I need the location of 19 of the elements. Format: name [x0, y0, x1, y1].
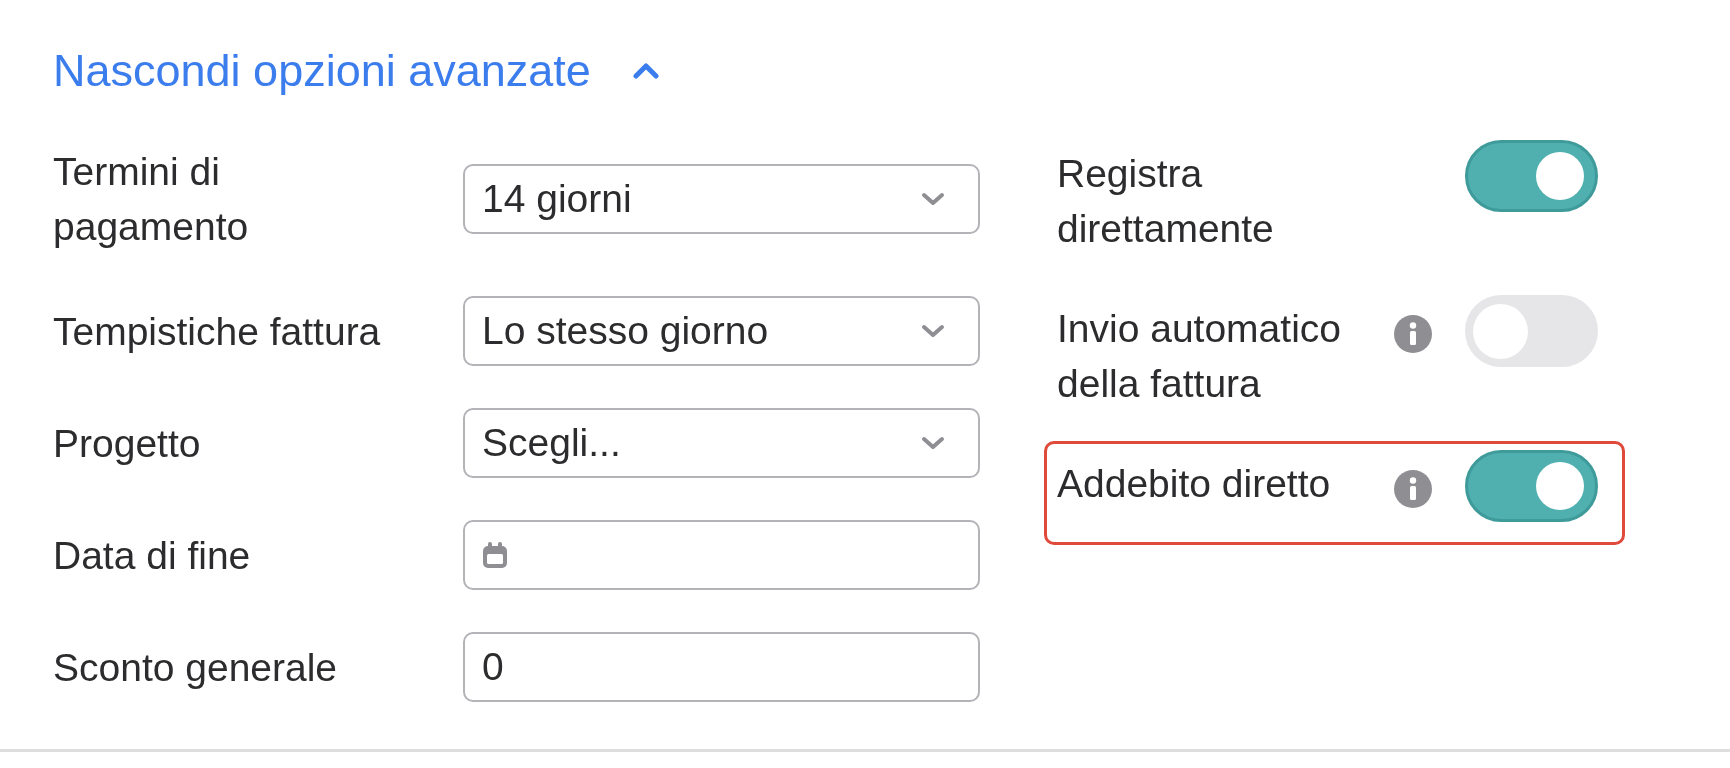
chevron-down-icon	[921, 192, 945, 206]
chevron-down-icon	[921, 436, 945, 450]
chevron-up-icon	[632, 63, 659, 79]
field-label: Termini di pagamento	[53, 149, 250, 250]
date-field[interactable]	[463, 520, 980, 590]
advanced-options-link[interactable]: Nascondi opzioni avanzate	[53, 44, 659, 98]
option-label: Addebito diretto	[1057, 461, 1332, 507]
field-label: Progetto	[53, 420, 202, 467]
option-label: Invio automatico della fattura	[1057, 306, 1342, 407]
field-label: Sconto generale	[53, 644, 339, 691]
chevron-down-icon	[921, 324, 945, 338]
input-field[interactable]: 0	[463, 632, 980, 702]
dropdown-select[interactable]: 14 giorni	[463, 164, 980, 234]
field-label: Tempistiche fattura	[53, 308, 382, 355]
option-label: Registra direttamente	[1057, 151, 1275, 252]
dropdown-select[interactable]: Lo stesso giorno	[463, 296, 980, 366]
field-label: Data di fine	[53, 532, 252, 579]
dropdown-select[interactable]: Scegli...	[463, 408, 980, 478]
calendar-icon	[482, 541, 508, 569]
